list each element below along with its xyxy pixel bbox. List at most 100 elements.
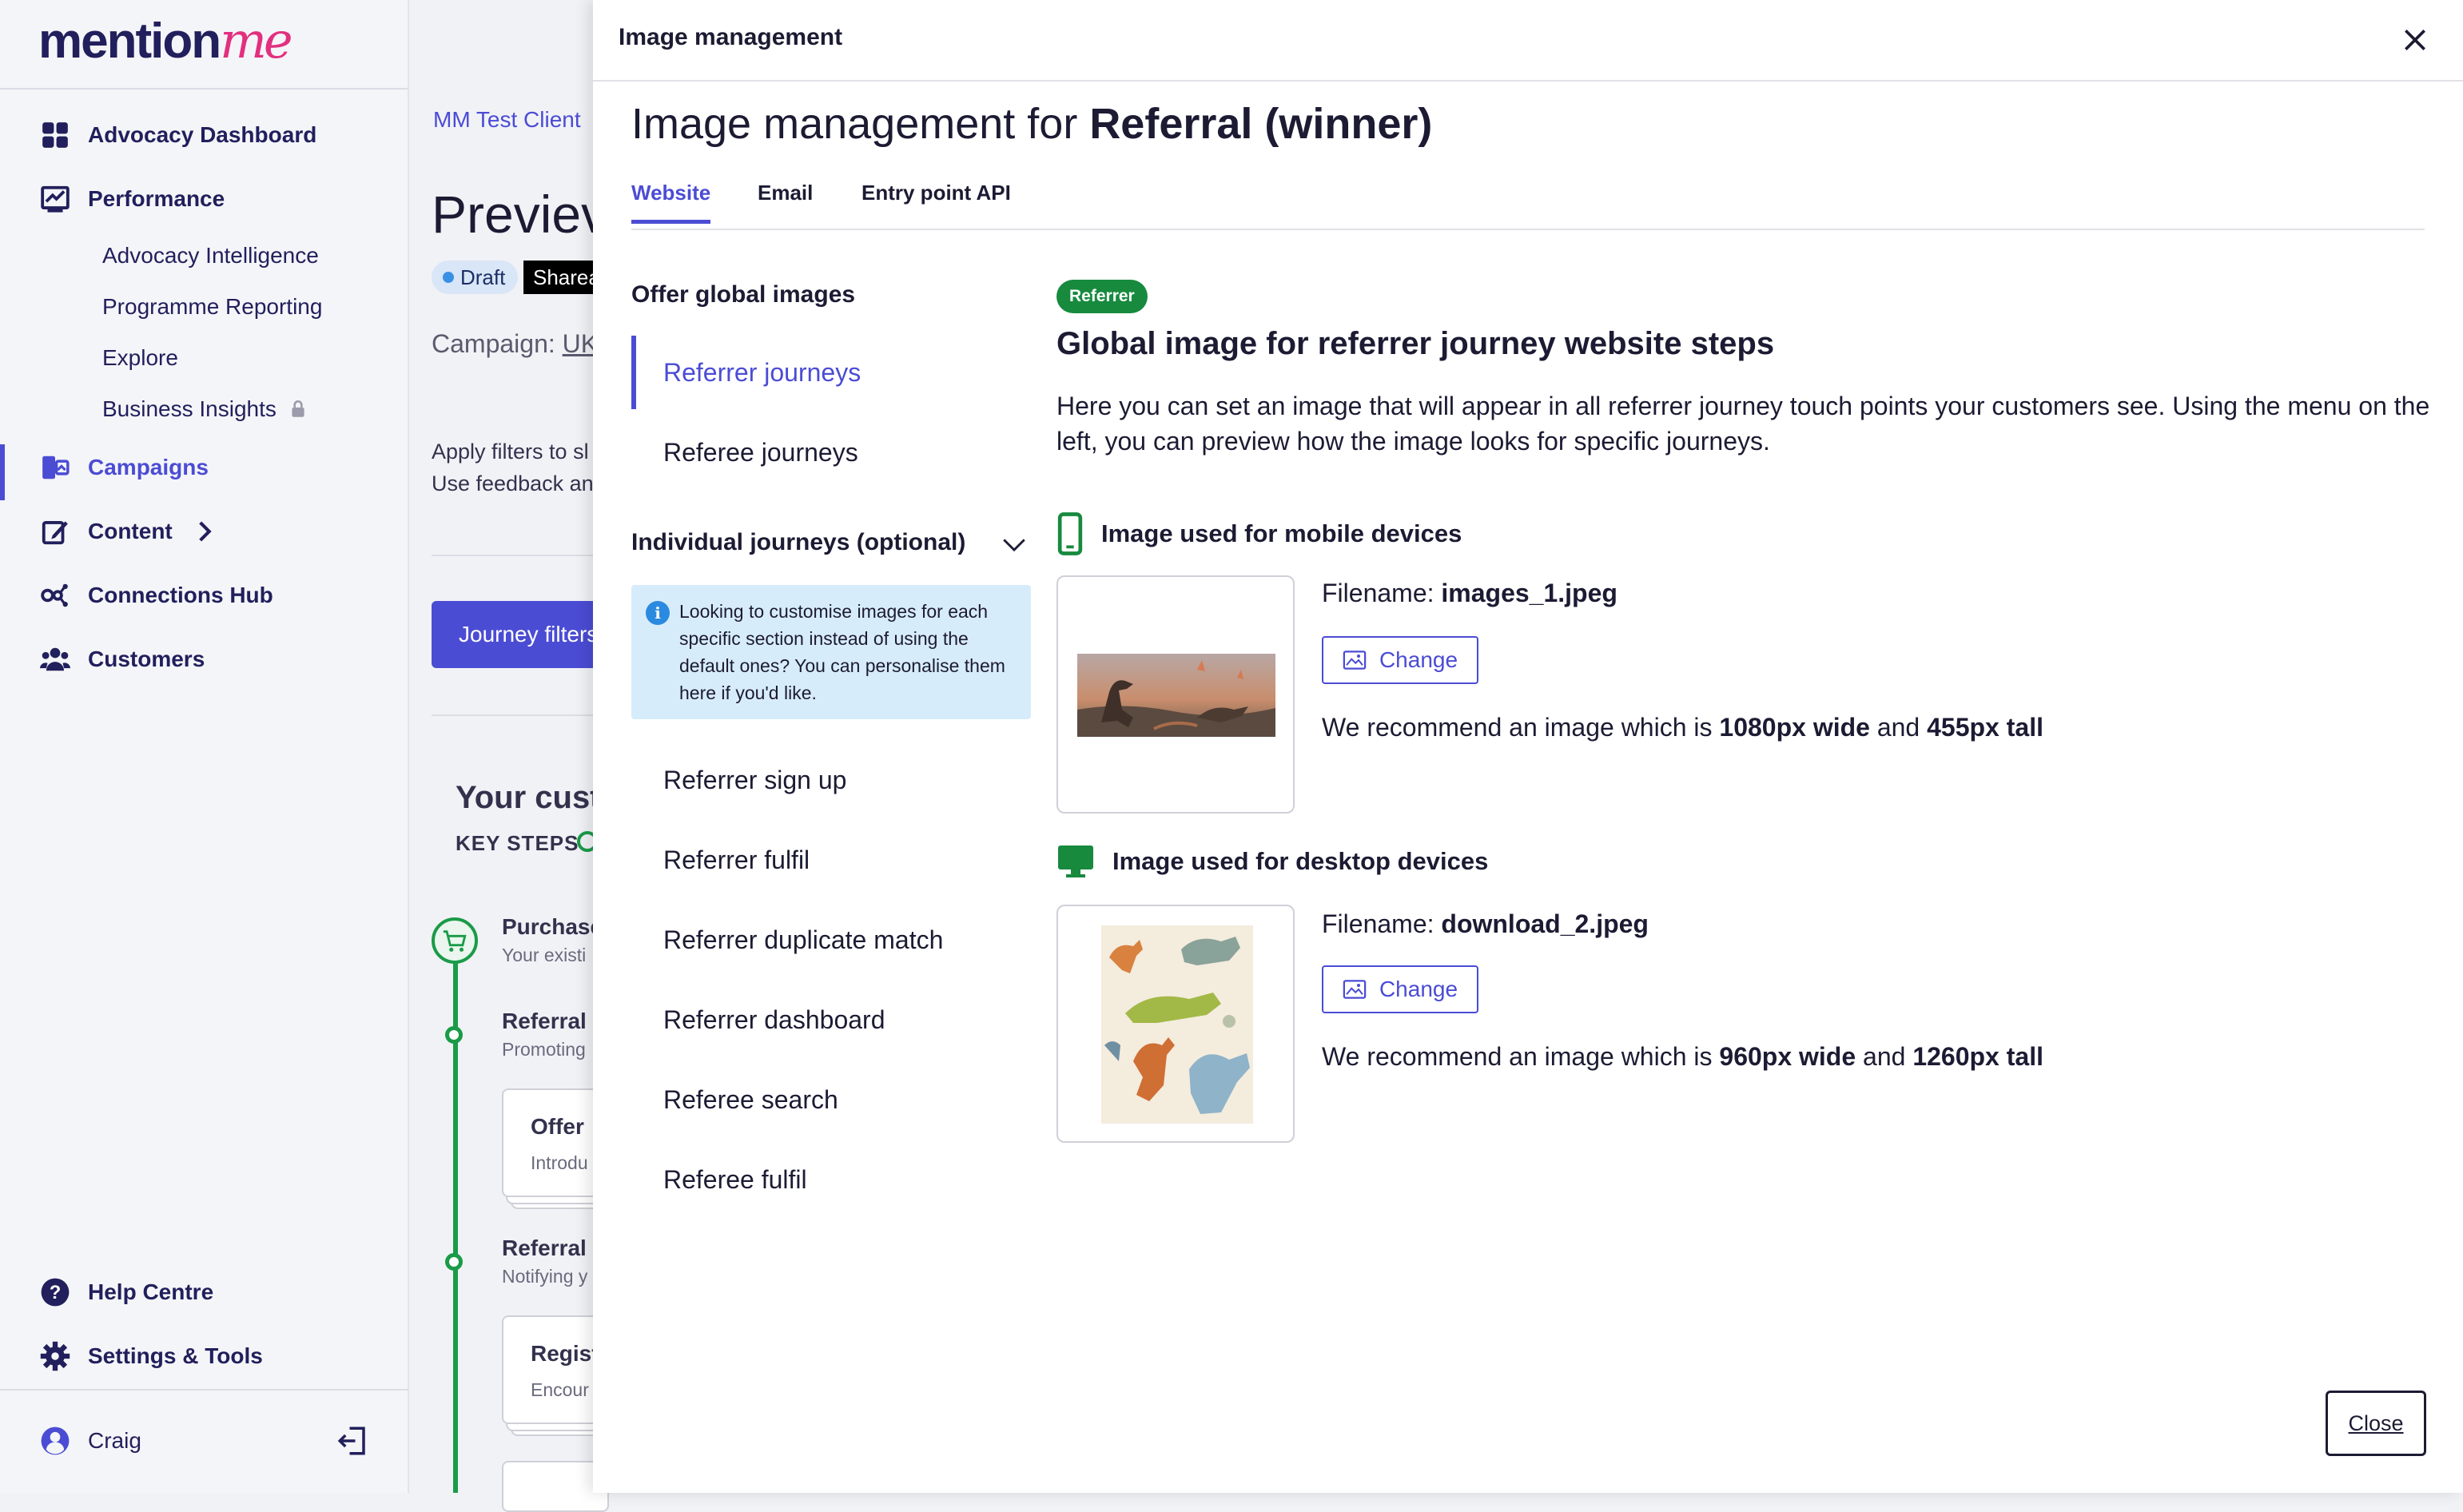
chevron-right-icon	[198, 521, 212, 542]
close-icon[interactable]	[2399, 24, 2431, 56]
desktop-change-button[interactable]: Change	[1322, 965, 1478, 1013]
timeline-step-title: Purchase	[502, 914, 603, 939]
desktop-monitor-icon	[1058, 846, 1093, 877]
desktop-heading-label: Image used for desktop devices	[1112, 847, 1489, 875]
recommend-width: 1080px wide	[1719, 713, 1870, 742]
timeline-line	[453, 919, 458, 1493]
timeline-step-sub: Your existi	[502, 945, 587, 965]
sidebar-item-label: Business Insights	[102, 396, 277, 421]
filename-label: Filename:	[1322, 909, 1442, 938]
campaigns-icon	[42, 456, 70, 479]
timeline-step-sub: Notifying y	[502, 1266, 588, 1287]
tab-email[interactable]: Email	[758, 181, 813, 220]
info-icon: i	[646, 601, 670, 625]
heading-prefix: Image management for	[631, 100, 1090, 148]
sidebar-divider	[0, 88, 408, 90]
status-badge-draft: Draft	[432, 261, 519, 294]
sidebar-item-label: Connections Hub	[88, 583, 273, 607]
desktop-image-thumbnail[interactable]	[1056, 905, 1295, 1143]
filename-value: images_1.jpeg	[1441, 579, 1617, 607]
breadcrumb[interactable]: MM Test Client	[433, 107, 581, 133]
menu-item-referee-journeys[interactable]: Referee journeys	[663, 438, 858, 468]
individual-journeys-heading[interactable]: Individual journeys (optional)	[631, 529, 965, 556]
sidebar-item-label: Settings & Tools	[88, 1343, 263, 1368]
mobile-image-thumbnail[interactable]	[1056, 575, 1295, 814]
sidebar-item-label: Help Centre	[88, 1279, 214, 1304]
user-profile[interactable]: Craig	[40, 1426, 141, 1456]
sidebar-subitem-business-insights[interactable]: Business Insights	[102, 396, 308, 422]
step-card-sub: Introdu	[531, 1152, 588, 1173]
image-management-panel: Image management Image management for Re…	[593, 0, 2463, 1493]
grid-icon	[42, 122, 68, 148]
cart-icon	[432, 917, 478, 964]
user-name: Craig	[88, 1428, 141, 1453]
sidebar-item-connections-hub[interactable]: Connections Hub	[40, 580, 273, 611]
sidebar-item-label: Advocacy Dashboard	[88, 122, 317, 147]
step-card-sub: Encour	[531, 1379, 589, 1400]
dinosaur-illustration-image	[1101, 925, 1253, 1124]
campaign-line: Campaign: UK	[432, 329, 598, 359]
tab-bar: Website Email Entry point API	[631, 181, 2425, 230]
sidebar-subitem-advocacy-intelligence[interactable]: Advocacy Intelligence	[102, 243, 319, 269]
info-text: Looking to customise images for each spe…	[679, 601, 1005, 703]
close-button[interactable]: Close	[2326, 1391, 2426, 1456]
mobile-recommendation: We recommend an image which is 1080px wi…	[1322, 713, 2043, 742]
logo-bar: mentionme	[0, 0, 408, 88]
menu-item-referrer-dashboard[interactable]: Referrer dashboard	[663, 1005, 885, 1035]
connections-icon	[41, 583, 68, 607]
menu-item-referrer-fulfil[interactable]: Referrer fulfil	[663, 846, 810, 875]
gear-icon	[40, 1341, 70, 1371]
sidebar-subitem-explore[interactable]: Explore	[102, 345, 178, 371]
active-indicator	[0, 444, 5, 500]
divider	[432, 714, 607, 716]
lock-icon	[292, 400, 304, 417]
sidebar-item-advocacy-dashboard[interactable]: Advocacy Dashboard	[40, 120, 316, 150]
logout-icon[interactable]	[336, 1424, 369, 1458]
info-box: i Looking to customise images for each s…	[631, 585, 1031, 719]
sidebar-item-help-centre[interactable]: ? Help Centre	[40, 1277, 213, 1307]
badge-label: Draft	[460, 265, 506, 289]
menu-item-referrer-journeys[interactable]: Referrer journeys	[663, 358, 861, 388]
content-title: Global image for referrer journey websit…	[1056, 326, 1775, 361]
sidebar-subitem-programme-reporting[interactable]: Programme Reporting	[102, 294, 322, 320]
help-icon: ?	[41, 1278, 70, 1307]
mobile-heading-label: Image used for mobile devices	[1101, 519, 1462, 547]
tab-entry-point-api[interactable]: Entry point API	[861, 181, 1011, 220]
menu-item-referrer-sign-up[interactable]: Referrer sign up	[663, 766, 846, 795]
mobile-section-heading: Image used for mobile devices	[1056, 511, 1462, 556]
sidebar: mentionme Advocacy Dashboard Performance…	[0, 0, 409, 1493]
menu-item-referee-fulfil[interactable]: Referee fulfil	[663, 1165, 807, 1195]
mobile-phone-icon	[1057, 512, 1083, 555]
step-card-title: Regist	[531, 1341, 599, 1366]
image-icon	[1343, 980, 1367, 999]
menu-item-referee-search[interactable]: Referee search	[663, 1085, 838, 1115]
tab-website[interactable]: Website	[631, 181, 711, 224]
timeline-dot	[445, 1253, 463, 1271]
timeline-step-title: Referral e	[502, 1235, 606, 1260]
chart-icon	[41, 185, 70, 213]
timeline-step-title: Referral c	[502, 1009, 606, 1033]
customers-icon	[40, 647, 70, 671]
recommend-height: 455px tall	[1927, 713, 2043, 742]
sidebar-item-label: Performance	[88, 186, 225, 211]
desktop-filename: Filename: download_2.jpeg	[1322, 909, 1649, 939]
sidebar-item-campaigns[interactable]: Campaigns	[40, 452, 209, 483]
sidebar-item-settings-tools[interactable]: Settings & Tools	[40, 1341, 263, 1371]
image-icon	[1343, 651, 1367, 670]
recommend-height: 1260px tall	[1912, 1042, 2043, 1071]
mention-me-logo[interactable]: mentionme	[38, 11, 293, 70]
desktop-recommendation: We recommend an image which is 960px wid…	[1322, 1042, 2043, 1072]
offer-global-images-heading: Offer global images	[631, 281, 856, 308]
edit-icon	[42, 521, 68, 545]
menu-item-referrer-duplicate-match[interactable]: Referrer duplicate match	[663, 925, 943, 955]
mobile-change-button[interactable]: Change	[1322, 636, 1478, 684]
sidebar-item-content[interactable]: Content	[40, 516, 221, 547]
recommend-width: 960px wide	[1719, 1042, 1856, 1071]
referrer-badge: Referrer	[1056, 280, 1148, 313]
content-description: Here you can set an image that will appe…	[1056, 392, 2430, 456]
sidebar-item-performance[interactable]: Performance	[40, 184, 225, 214]
recommend-and: and	[1856, 1042, 1913, 1071]
chevron-down-icon[interactable]	[1001, 531, 1028, 558]
sidebar-item-customers[interactable]: Customers	[40, 644, 205, 674]
timeline-dot	[445, 1026, 463, 1044]
